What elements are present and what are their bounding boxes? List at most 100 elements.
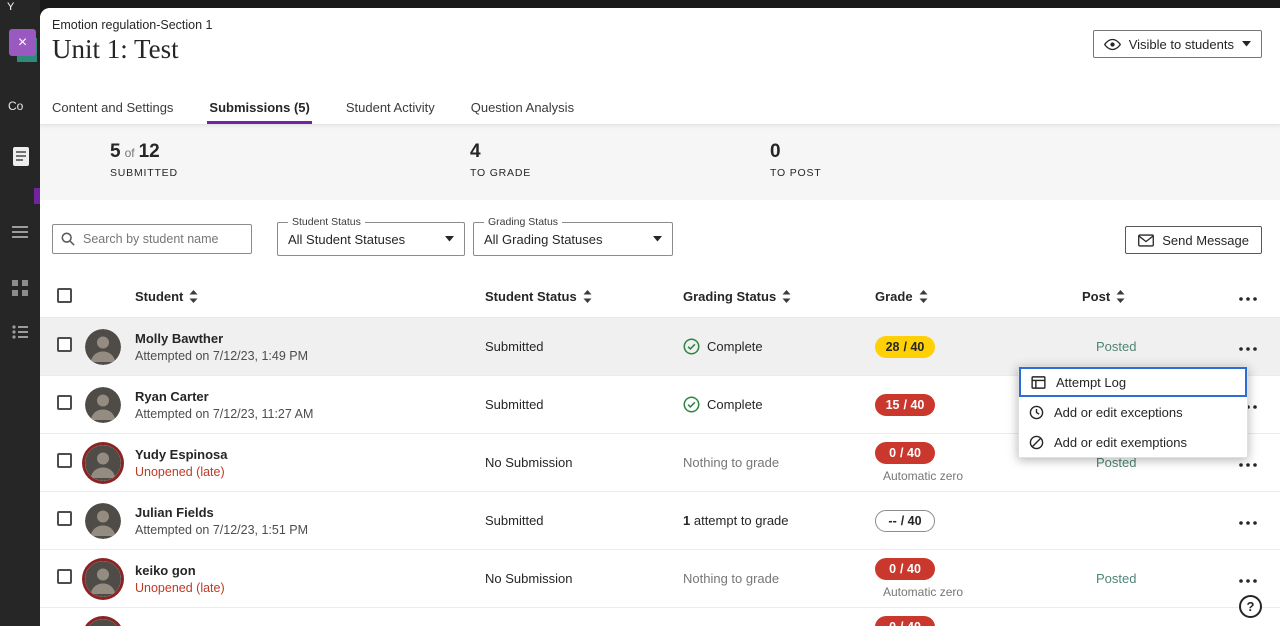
assessment-panel: Emotion regulation-Section 1 Unit 1: Tes… xyxy=(40,8,1280,626)
page-title: Unit 1: Test xyxy=(52,34,179,65)
stat-to-post-count: 0 xyxy=(770,141,781,162)
col-header-post[interactable]: Post xyxy=(1082,289,1237,304)
grading-status-select[interactable]: Grading Status All Grading Statuses xyxy=(473,222,673,256)
rail-text-fragment-top: Y xyxy=(7,1,14,13)
send-message-label: Send Message xyxy=(1162,233,1249,248)
panel-close-button[interactable]: × xyxy=(9,29,36,56)
row-menu-button[interactable] xyxy=(1237,345,1259,353)
menu-item-label: Attempt Log xyxy=(1056,375,1126,390)
visibility-label: Visible to students xyxy=(1129,37,1234,52)
tab-bar: Content and Settings Submissions (5) Stu… xyxy=(40,90,1280,125)
tab-content-and-settings[interactable]: Content and Settings xyxy=(50,90,175,124)
grading-status-select-label: Grading Status xyxy=(484,216,562,228)
panel-header: Emotion regulation-Section 1 Unit 1: Tes… xyxy=(40,8,1280,90)
avatar xyxy=(85,503,121,539)
grade-pill[interactable]: 28/ 40 xyxy=(875,336,935,358)
col-header-student-status[interactable]: Student Status xyxy=(485,289,683,304)
row-checkbox[interactable] xyxy=(57,453,72,468)
grade-pill[interactable]: 15/ 40 xyxy=(875,394,935,416)
table-header-menu-button[interactable] xyxy=(1237,295,1259,303)
col-header-label: Post xyxy=(1082,289,1110,304)
row-menu-button[interactable] xyxy=(1237,461,1259,469)
avatar xyxy=(85,445,121,481)
menu-item-add-exemptions[interactable]: Add or edit exemptions xyxy=(1019,427,1247,457)
collapsed-page-rail: Y × Co xyxy=(0,0,40,626)
menu-item-add-exceptions[interactable]: Add or edit exceptions xyxy=(1019,397,1247,427)
grade-pill[interactable]: 0/ 40 xyxy=(875,616,935,626)
stat-submitted-total: 12 xyxy=(139,141,160,162)
student-status: Submitted xyxy=(485,339,683,354)
row-checkbox[interactable] xyxy=(57,569,72,584)
complete-check-icon xyxy=(683,338,700,355)
col-header-label: Grading Status xyxy=(683,289,776,304)
grade-pill[interactable]: 0/ 40 xyxy=(875,558,935,580)
select-all-checkbox[interactable] xyxy=(57,288,72,303)
submissions-table-body: Molly Bawther Attempted on 7/12/23, 1:49… xyxy=(40,318,1280,626)
attempt-info: Attempted on 7/12/23, 1:51 PM xyxy=(135,523,308,537)
stat-to-grade-count: 4 xyxy=(470,141,481,162)
row-menu-button[interactable] xyxy=(1237,577,1259,585)
student-status-select-value: All Student Statuses xyxy=(288,232,405,247)
tab-student-activity[interactable]: Student Activity xyxy=(344,90,437,124)
stats-bar: 5of12 SUBMITTED 4 TO GRADE 0 TO POST xyxy=(40,125,1280,200)
avatar xyxy=(85,619,121,626)
row-menu-button[interactable] xyxy=(1237,519,1259,527)
chevron-down-icon xyxy=(653,236,662,242)
clock-icon xyxy=(1029,405,1044,420)
grading-status: Nothing to grade xyxy=(683,455,875,470)
row-checkbox[interactable] xyxy=(57,395,72,410)
student-status-select-label: Student Status xyxy=(288,216,365,228)
menu-item-label: Add or edit exceptions xyxy=(1054,405,1183,420)
breadcrumb[interactable]: Emotion regulation-Section 1 xyxy=(52,18,213,32)
sort-icon xyxy=(583,290,592,303)
student-name[interactable]: Yudy Espinosa xyxy=(135,447,227,462)
question-mark-icon: ? xyxy=(1247,599,1255,614)
search-icon xyxy=(61,232,75,246)
filter-bar: Student Status All Student Statuses Grad… xyxy=(40,200,1280,276)
sort-icon xyxy=(189,290,198,303)
visibility-dropdown-button[interactable]: Visible to students xyxy=(1093,30,1262,58)
tab-submissions[interactable]: Submissions (5) xyxy=(207,90,311,124)
table-header-row: Student Student Status Grading Status Gr… xyxy=(40,276,1280,318)
col-header-grading-status[interactable]: Grading Status xyxy=(683,289,875,304)
ellipsis-icon xyxy=(1239,463,1257,467)
sort-icon xyxy=(1116,290,1125,303)
table-row: 0/ 40 Automatic zero xyxy=(40,608,1280,626)
send-message-button[interactable]: Send Message xyxy=(1125,226,1262,254)
stat-submitted-count: 5 xyxy=(110,141,121,162)
menu-item-attempt-log[interactable]: Attempt Log xyxy=(1019,367,1247,397)
col-header-student[interactable]: Student xyxy=(85,289,485,304)
row-checkbox[interactable] xyxy=(57,511,72,526)
search-input[interactable] xyxy=(81,231,243,247)
sort-icon xyxy=(919,290,928,303)
help-button[interactable]: ? xyxy=(1239,595,1262,618)
avatar xyxy=(85,561,121,597)
student-name[interactable]: Julian Fields xyxy=(135,505,308,520)
student-name[interactable]: keiko gon xyxy=(135,563,225,578)
col-header-grade[interactable]: Grade xyxy=(875,289,1082,304)
attempt-info: Unopened (late) xyxy=(135,465,227,479)
attempt-log-icon xyxy=(1031,375,1046,390)
student-name[interactable]: Molly Bawther xyxy=(135,331,308,346)
grade-pill[interactable]: 0/ 40 xyxy=(875,442,935,464)
student-status: No Submission xyxy=(485,455,683,470)
ellipsis-icon xyxy=(1239,297,1257,301)
stat-to-grade-label: TO GRADE xyxy=(470,167,531,179)
stat-to-post: 0 TO POST xyxy=(770,141,822,179)
student-name[interactable]: Ryan Carter xyxy=(135,389,313,404)
ellipsis-icon xyxy=(1239,347,1257,351)
menu-item-label: Add or edit exemptions xyxy=(1054,435,1187,450)
grading-status-text: 1 attempt to grade xyxy=(683,513,789,528)
student-status-select[interactable]: Student Status All Student Statuses xyxy=(277,222,465,256)
attempt-info: Unopened (late) xyxy=(135,581,225,595)
tab-question-analysis[interactable]: Question Analysis xyxy=(469,90,576,124)
avatar xyxy=(85,329,121,365)
grading-status: Nothing to grade xyxy=(683,571,875,586)
grade-pill[interactable]: --/ 40 xyxy=(875,510,935,532)
grading-status-text: Nothing to grade xyxy=(683,571,779,586)
menu-lines-icon xyxy=(12,225,28,244)
row-checkbox[interactable] xyxy=(57,337,72,352)
avatar xyxy=(85,387,121,423)
eye-icon xyxy=(1104,38,1121,51)
student-status: No Submission xyxy=(485,571,683,586)
